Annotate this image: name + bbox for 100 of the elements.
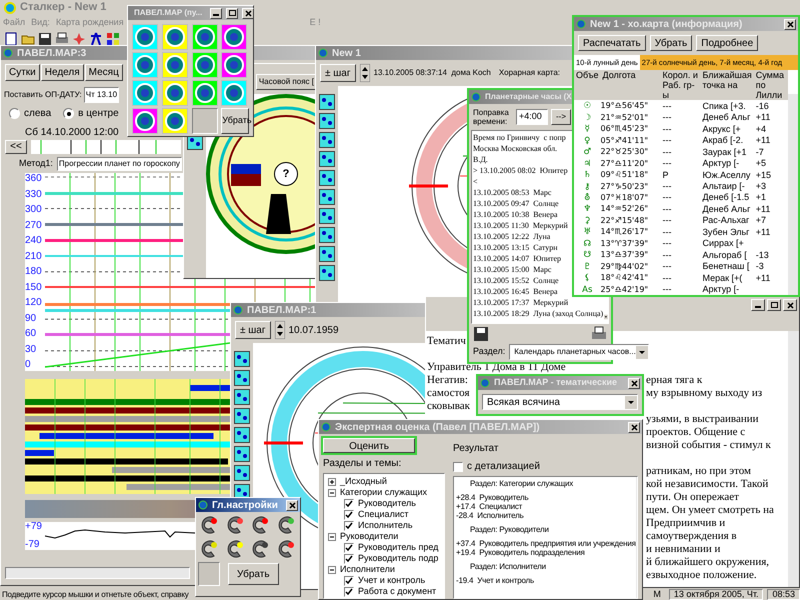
timezone-button[interactable]: Часовой пояс [ bbox=[256, 74, 317, 90]
expander-toggle[interactable] bbox=[328, 478, 336, 486]
tree-item[interactable]: Исполнители bbox=[340, 564, 395, 575]
tree-item[interactable]: Работа с документ bbox=[358, 586, 436, 597]
checkbox[interactable] bbox=[344, 554, 354, 564]
step-button[interactable]: ± шаг bbox=[235, 321, 270, 339]
wheel-icon[interactable] bbox=[221, 52, 248, 78]
wheel-icon[interactable] bbox=[192, 52, 218, 78]
maximize-button[interactable] bbox=[226, 8, 238, 18]
tree-item[interactable]: Учет и контроль bbox=[358, 575, 426, 586]
horizontal-scrollbar[interactable] bbox=[5, 567, 190, 579]
toolbar-button[interactable]: Убрать bbox=[650, 35, 692, 51]
toolbar-icon[interactable] bbox=[319, 170, 335, 186]
expander-toggle[interactable] bbox=[328, 566, 336, 574]
toolbar-icon[interactable] bbox=[319, 94, 335, 110]
back-button[interactable]: << bbox=[5, 140, 27, 154]
expander-toggle[interactable] bbox=[328, 532, 336, 540]
toolbar-button[interactable]: Распечатать bbox=[578, 35, 646, 51]
date-field[interactable]: Чт 13.10 bbox=[84, 87, 120, 103]
maximize-button[interactable] bbox=[767, 299, 781, 311]
radio-button[interactable] bbox=[63, 108, 74, 119]
compass-icon[interactable] bbox=[89, 32, 103, 46]
evaluate-button[interactable]: Оценить bbox=[323, 438, 415, 453]
wheel-icon[interactable] bbox=[162, 24, 188, 50]
spinner-icon[interactable] bbox=[274, 321, 284, 339]
tree-item[interactable]: Руководитель подр bbox=[358, 553, 438, 564]
wheel-icon[interactable] bbox=[221, 80, 248, 106]
close-button[interactable] bbox=[242, 8, 254, 18]
checkbox[interactable] bbox=[344, 520, 354, 530]
star-icon[interactable] bbox=[72, 32, 86, 46]
wheel-icon[interactable] bbox=[192, 24, 218, 50]
column-header[interactable]: Ближайшая точка на bbox=[700, 70, 754, 100]
toolbar-icon[interactable] bbox=[234, 408, 250, 424]
toolbar-icon[interactable] bbox=[234, 389, 250, 405]
method-field[interactable]: Прогрессии планет по гороскопу bbox=[56, 157, 182, 171]
column-header[interactable]: Корол. и Раб. гр-ы bbox=[660, 70, 700, 100]
minimize-button[interactable] bbox=[751, 299, 765, 311]
toolbar-icon[interactable] bbox=[319, 113, 335, 129]
checkbox[interactable] bbox=[344, 586, 354, 596]
toolbar-icon[interactable] bbox=[234, 427, 250, 443]
grid-icon[interactable] bbox=[106, 32, 120, 46]
tree-item[interactable]: Категории служащих bbox=[340, 487, 428, 498]
tab[interactable]: Сутки bbox=[5, 64, 40, 81]
column-header[interactable]: Объе bbox=[574, 70, 600, 100]
vertical-scrollbar[interactable] bbox=[788, 331, 799, 587]
minimize-button[interactable] bbox=[210, 8, 222, 18]
toolbar-icon[interactable] bbox=[319, 208, 335, 224]
tree-item[interactable]: Руководители bbox=[340, 531, 398, 542]
toolbar-icon[interactable] bbox=[319, 227, 335, 243]
checkbox[interactable] bbox=[344, 542, 354, 552]
close-button[interactable] bbox=[784, 18, 796, 30]
expander-toggle[interactable] bbox=[328, 488, 336, 496]
wheel-icon[interactable] bbox=[132, 80, 158, 106]
close-button[interactable] bbox=[628, 378, 640, 388]
wheel-icon[interactable] bbox=[132, 108, 158, 134]
save-icon[interactable] bbox=[38, 32, 52, 46]
toolbar-icon[interactable] bbox=[319, 189, 335, 205]
wheel-icon[interactable] bbox=[162, 80, 188, 106]
step-button[interactable]: ± шаг bbox=[320, 64, 356, 82]
tree-item[interactable]: Руководитель пред bbox=[358, 542, 438, 553]
new-file-icon[interactable] bbox=[4, 32, 18, 46]
toolbar-icon[interactable] bbox=[234, 370, 250, 386]
column-header[interactable]: Сумма по Лилли bbox=[754, 70, 788, 100]
checkbox[interactable] bbox=[344, 510, 354, 520]
vertical-scrollbar[interactable] bbox=[636, 477, 637, 598]
toolbar-icon[interactable] bbox=[319, 151, 335, 167]
save-icon[interactable] bbox=[473, 326, 489, 342]
wheel-icon[interactable] bbox=[162, 108, 188, 134]
wheel-icon[interactable] bbox=[132, 52, 158, 78]
theme-dropdown[interactable]: Всякая всячина bbox=[482, 394, 638, 410]
print-icon[interactable] bbox=[591, 326, 607, 342]
tab[interactable]: Неделя bbox=[40, 64, 84, 81]
wheel-icon[interactable] bbox=[132, 24, 158, 50]
checkbox[interactable] bbox=[344, 576, 354, 586]
toolbar-icon[interactable] bbox=[319, 265, 335, 281]
wheel-icon[interactable] bbox=[162, 52, 188, 78]
tree-item[interactable]: Исполнитель bbox=[358, 520, 413, 531]
section-dropdown[interactable]: Календарь планетарных часов... bbox=[509, 344, 649, 360]
toolbar-button[interactable]: Подробнее bbox=[696, 35, 758, 51]
tab[interactable]: Месяц bbox=[84, 64, 123, 81]
close-button[interactable] bbox=[783, 299, 797, 311]
wheel-icon[interactable] bbox=[221, 24, 248, 50]
spinner-icon[interactable] bbox=[360, 64, 370, 82]
checkbox[interactable] bbox=[453, 462, 463, 472]
wheel-icon[interactable] bbox=[192, 80, 218, 106]
apply-button[interactable]: --> bbox=[551, 109, 571, 125]
tree-item[interactable]: Специалист bbox=[358, 509, 408, 520]
checkbox[interactable] bbox=[344, 498, 354, 508]
vertical-scrollbar[interactable] bbox=[788, 94, 798, 295]
toolbar-icon[interactable] bbox=[234, 446, 250, 462]
toolbar-icon[interactable] bbox=[234, 351, 250, 367]
print-icon[interactable] bbox=[55, 32, 69, 46]
close-button[interactable] bbox=[286, 500, 298, 510]
column-header[interactable]: Долгота bbox=[600, 70, 660, 100]
close-button[interactable] bbox=[628, 422, 640, 432]
toolbar-icon[interactable] bbox=[319, 246, 335, 262]
tree-item[interactable]: Руководитель bbox=[358, 498, 416, 509]
correction-field[interactable]: +4:00 bbox=[516, 109, 548, 125]
toolbar-icon[interactable] bbox=[234, 465, 250, 481]
tree-item[interactable]: _Исходный bbox=[340, 476, 387, 487]
